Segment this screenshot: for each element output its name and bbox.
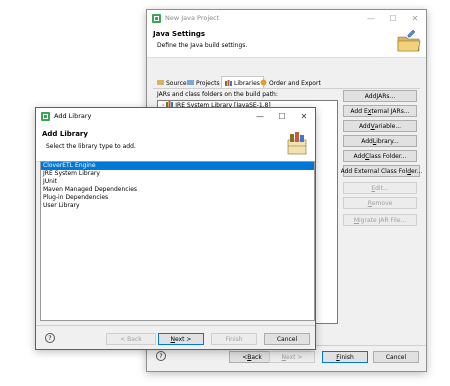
order-tab-icon [260, 79, 267, 88]
add-external-jars-button[interactable]: Add Ex ternal JARs... [343, 105, 417, 117]
library-type-item[interactable]: CloverETL Engine [41, 162, 314, 170]
add-external-class-folder-button[interactable]: Add External Class Fol d er... [341, 165, 422, 177]
add-variable-button[interactable]: Add Variable... [343, 120, 417, 132]
finish-button[interactable]: Finish [322, 351, 368, 363]
library-icon [225, 79, 232, 88]
finish-button[interactable]: Finish [211, 333, 257, 345]
add-library-button[interactable]: Add Library... [343, 135, 417, 147]
tab-label: Libraries [234, 79, 260, 87]
banner-title: Java Settings [153, 30, 206, 38]
banner-description: Define the Java build settings. [157, 42, 248, 49]
library-type-item[interactable]: Maven Managed Dependencies [41, 186, 314, 194]
minimize-icon[interactable]: — [360, 10, 382, 26]
back-button[interactable]: < Back [106, 333, 156, 345]
tab-projects[interactable]: Projects [187, 78, 220, 88]
help-icon[interactable]: ? [156, 351, 166, 361]
library-type-item[interactable]: JRE System Library [41, 170, 314, 178]
banner-description: Select the library type to add. [46, 143, 136, 150]
next-button[interactable]: Next > [158, 333, 204, 345]
eclipse-icon [41, 111, 50, 121]
title-bar: New Java Project — ☐ ✕ [147, 10, 426, 26]
tab-order-and-export[interactable]: Order and Export [260, 78, 321, 88]
tab-label: Projects [196, 79, 220, 87]
maximize-icon[interactable]: ☐ [271, 108, 293, 124]
add-library-dialog: Add Library — ☐ ✕ Add Library Select the… [35, 107, 316, 350]
tab-divider [153, 88, 420, 89]
window-title: New Java Project [165, 14, 220, 22]
tab-label: Order and Export [269, 79, 321, 87]
wizard-banner: Add Library Select the library type to a… [36, 124, 315, 162]
footer-divider [36, 325, 315, 326]
tab-label: Source [166, 79, 187, 87]
title-bar: Add Library — ☐ ✕ [36, 108, 315, 124]
tab-source[interactable]: Source [157, 78, 187, 88]
next-button[interactable]: Next > [269, 351, 315, 363]
library-type-item[interactable]: Plug-in Dependencies [41, 194, 314, 202]
window-title: Add Library [54, 112, 92, 120]
minimize-icon[interactable]: — [249, 108, 271, 124]
folder-banner-icon [396, 28, 422, 56]
library-icon [285, 128, 309, 158]
build-path-label: JARs and class folders on the build path… [157, 91, 278, 98]
migrate-jar-button[interactable]: Migrate JAR File... [343, 214, 417, 226]
maximize-icon[interactable]: ☐ [382, 10, 404, 26]
source-tab-icon [157, 79, 164, 88]
remove-button[interactable]: Remove [343, 197, 417, 209]
close-icon[interactable]: ✕ [404, 10, 426, 26]
projects-tab-icon [187, 79, 194, 88]
cancel-button[interactable]: Cancel [373, 351, 419, 363]
close-icon[interactable]: ✕ [293, 108, 315, 124]
library-type-list[interactable]: CloverETL Engine JRE System Library JUni… [40, 161, 315, 321]
help-icon[interactable]: ? [45, 333, 55, 343]
add-jars-button[interactable]: Add J ARs... [343, 90, 417, 102]
edit-button[interactable]: Edit... [343, 182, 417, 194]
eclipse-icon [152, 13, 161, 23]
cancel-button[interactable]: Cancel [264, 333, 310, 345]
library-type-item[interactable]: JUnit [41, 178, 314, 186]
add-class-folder-button[interactable]: Add Class Folder... [343, 150, 417, 162]
wizard-banner: Java Settings Define the Java build sett… [147, 26, 426, 58]
banner-title: Add Library [42, 130, 88, 138]
library-type-item[interactable]: User Library [41, 202, 314, 210]
